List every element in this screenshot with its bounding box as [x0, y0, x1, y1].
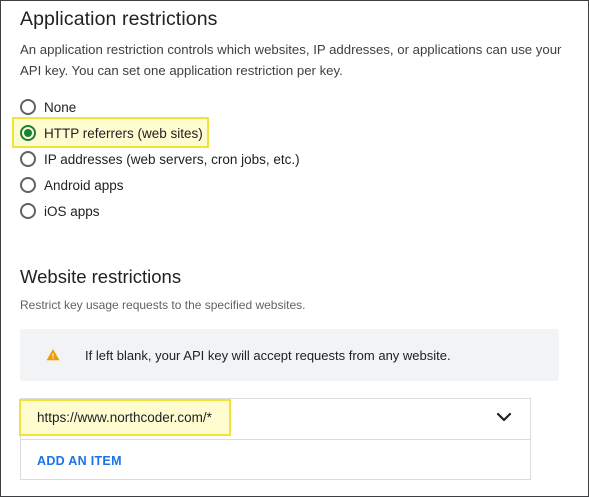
radio-label: HTTP referrers (web sites)	[44, 125, 203, 141]
radio-button[interactable]	[20, 99, 36, 115]
radio-option-android-apps[interactable]: Android apps	[20, 175, 124, 195]
notice-text: If left blank, your API key will accept …	[85, 347, 451, 363]
divider	[21, 439, 530, 440]
radio-label: None	[44, 99, 77, 115]
blank-warning-notice: If left blank, your API key will accept …	[20, 329, 559, 381]
radio-button-checked[interactable]	[20, 125, 36, 141]
radio-option-ip-addresses[interactable]: IP addresses (web servers, cron jobs, et…	[20, 149, 300, 169]
radio-option-none[interactable]: None	[20, 97, 76, 117]
radio-label: Android apps	[44, 177, 124, 193]
radio-option-http-referrers[interactable]: HTTP referrers (web sites)	[20, 123, 203, 143]
radio-button[interactable]	[20, 203, 36, 219]
screenshot-frame: Application restrictions An application …	[0, 0, 589, 497]
radio-option-ios-apps[interactable]: iOS apps	[20, 201, 100, 221]
radio-button[interactable]	[20, 177, 36, 193]
radio-button[interactable]	[20, 151, 36, 167]
website-restrictions-heading: Website restrictions	[20, 266, 182, 287]
warning-icon	[46, 349, 60, 361]
application-restrictions-description: An application restriction controls whic…	[20, 42, 562, 78]
website-restrictions-subtitle: Restrict key usage requests to the speci…	[20, 298, 306, 312]
add-an-item-button[interactable]: ADD AN ITEM	[37, 454, 122, 468]
application-restrictions-heading: Application restrictions	[20, 8, 218, 30]
radio-label: iOS apps	[44, 203, 100, 219]
radio-label: IP addresses (web servers, cron jobs, et…	[44, 151, 300, 167]
chevron-down-icon[interactable]	[495, 410, 513, 424]
website-item-value[interactable]: https://www.northcoder.com/*	[37, 410, 212, 425]
